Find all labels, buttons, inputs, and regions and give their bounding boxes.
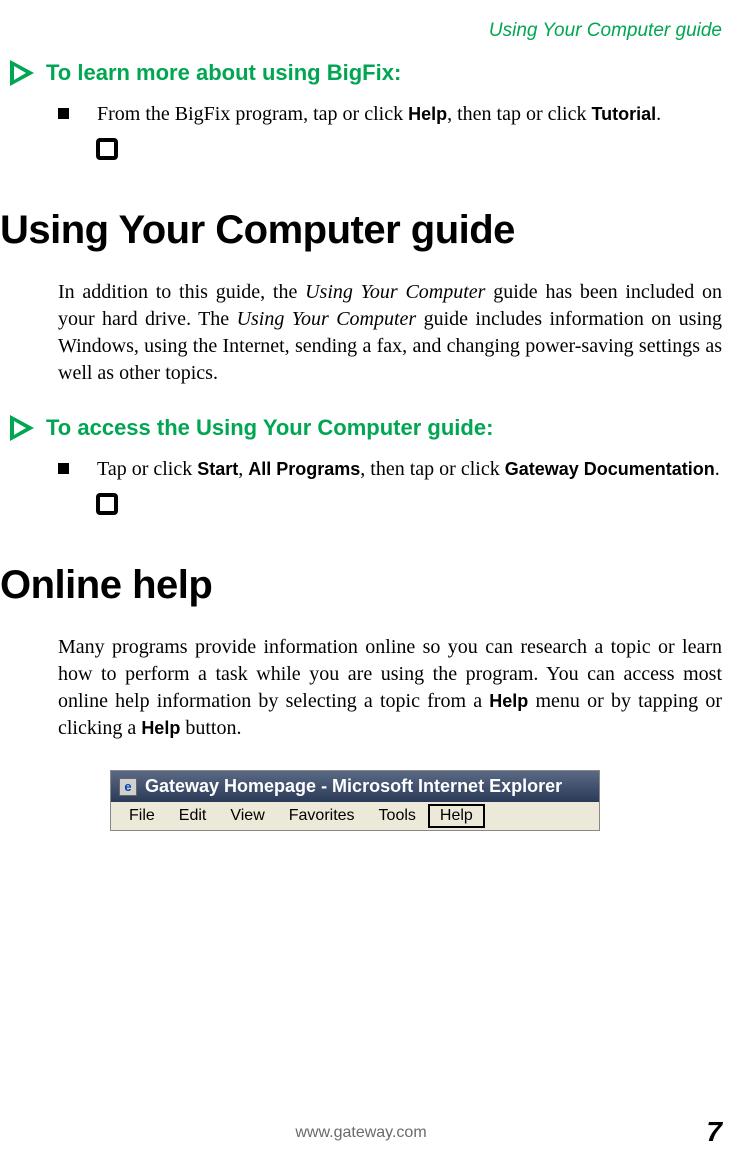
bullet-icon bbox=[58, 108, 69, 119]
end-of-procedure-icon bbox=[96, 138, 118, 160]
list-item: From the BigFix program, tap or click He… bbox=[58, 100, 720, 128]
ie-window-screenshot: e Gateway Homepage - Microsoft Internet … bbox=[110, 770, 600, 831]
procedure-title: To learn more about using BigFix: bbox=[46, 60, 401, 86]
page-number: 7 bbox=[706, 1116, 722, 1148]
footer-url: www.gateway.com bbox=[295, 1124, 426, 1142]
heading-using-your-computer-guide: Using Your Computer guide bbox=[0, 208, 722, 253]
heading-online-help: Online help bbox=[0, 563, 722, 608]
bullet-text: Tap or click Start, All Programs, then t… bbox=[97, 455, 720, 483]
procedure-access-guide: To access the Using Your Computer guide: bbox=[10, 415, 722, 441]
menu-item-file: File bbox=[117, 804, 167, 828]
list-item: Tap or click Start, All Programs, then t… bbox=[58, 455, 720, 483]
procedure-title: To access the Using Your Computer guide: bbox=[46, 415, 493, 441]
menu-item-view: View bbox=[218, 804, 276, 828]
menu-item-favorites: Favorites bbox=[277, 804, 367, 828]
end-of-procedure-icon bbox=[96, 493, 118, 515]
body-paragraph: Many programs provide information online… bbox=[58, 634, 722, 742]
body-paragraph: In addition to this guide, the Using You… bbox=[58, 279, 722, 387]
ie-window-title: Gateway Homepage - Microsoft Internet Ex… bbox=[145, 776, 562, 797]
play-icon bbox=[10, 415, 36, 441]
ie-app-icon: e bbox=[119, 778, 137, 796]
bullet-text: From the BigFix program, tap or click He… bbox=[97, 100, 661, 128]
menu-item-tools: Tools bbox=[367, 804, 428, 828]
menu-item-help: Help bbox=[428, 804, 485, 828]
running-head: Using Your Computer guide bbox=[0, 20, 722, 42]
bullet-icon bbox=[58, 463, 69, 474]
ie-titlebar: e Gateway Homepage - Microsoft Internet … bbox=[111, 771, 599, 802]
play-icon bbox=[10, 60, 36, 86]
page-footer: www.gateway.com bbox=[0, 1124, 722, 1142]
menu-item-edit: Edit bbox=[167, 804, 219, 828]
ie-menubar: FileEditViewFavoritesToolsHelp bbox=[111, 802, 599, 830]
procedure-bigfix: To learn more about using BigFix: bbox=[10, 60, 722, 86]
